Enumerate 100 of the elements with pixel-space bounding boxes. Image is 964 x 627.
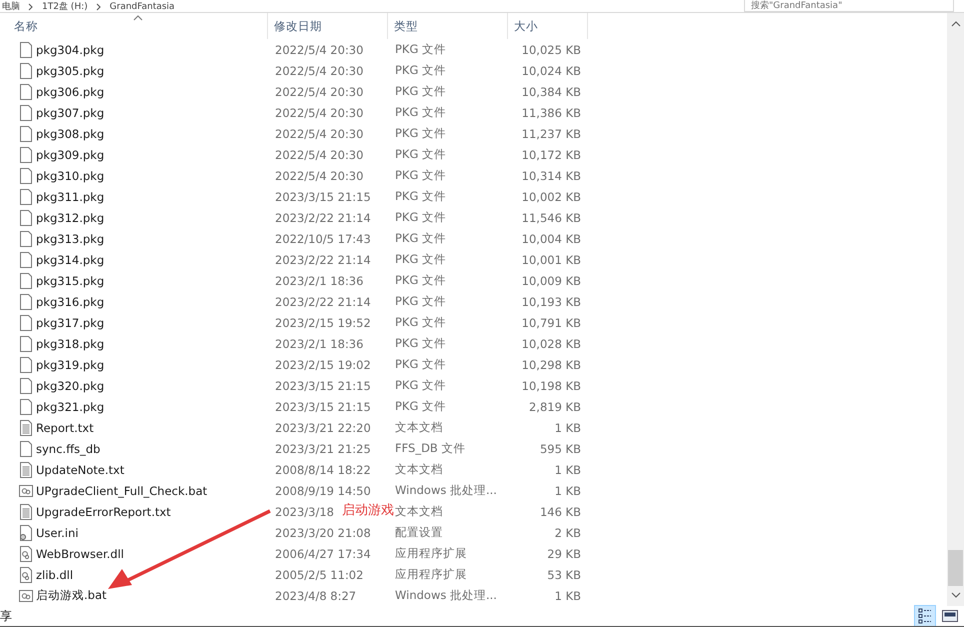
file-name[interactable]: User.ini <box>36 526 78 540</box>
modified-date: 2008/8/14 18:22 <box>275 462 371 476</box>
file-size: 2 KB <box>554 526 582 540</box>
file-name[interactable]: pkg316.pkg <box>36 294 104 308</box>
modified-date: 2023/2/22 21:14 <box>275 294 371 308</box>
modified-date: 2023/3/18 <box>275 504 334 518</box>
column-header[interactable]: 大小 <box>508 13 588 39</box>
annotation-label: 启动游戏 <box>342 503 394 518</box>
file-size: 11,546 KB <box>520 210 582 224</box>
file-icon <box>19 336 33 352</box>
file-size: 146 KB <box>538 504 582 518</box>
file-name[interactable]: pkg310.pkg <box>36 168 104 182</box>
scrollbar[interactable] <box>947 13 964 606</box>
file-size: 10,025 KB <box>520 42 582 56</box>
file-icon <box>19 210 33 226</box>
scroll-thumb[interactable] <box>948 550 963 586</box>
file-type: PKG 文件 <box>394 168 448 183</box>
sort-caret-icon <box>133 15 143 21</box>
file-name[interactable]: pkg312.pkg <box>36 210 104 224</box>
file-icon <box>19 42 33 58</box>
file-name[interactable]: pkg304.pkg <box>36 42 104 56</box>
file-name[interactable]: pkg318.pkg <box>36 336 104 350</box>
gear-file-icon <box>19 524 33 540</box>
file-size: 10,004 KB <box>520 232 582 246</box>
file-icon <box>19 168 33 184</box>
file-name[interactable]: pkg307.pkg <box>36 106 104 120</box>
file-name[interactable]: pkg308.pkg <box>36 126 104 140</box>
file-size: 10,009 KB <box>520 274 582 288</box>
file-type: PKG 文件 <box>394 105 448 120</box>
modified-date: 2023/2/15 19:52 <box>275 316 371 330</box>
modified-date: 2023/2/1 18:36 <box>275 274 364 288</box>
file-name[interactable]: pkg319.pkg <box>36 358 104 372</box>
text-file-icon <box>19 420 33 436</box>
thumbnail-view-icon[interactable] <box>942 609 958 623</box>
file-icon <box>19 104 33 120</box>
file-size: 10,172 KB <box>520 148 582 162</box>
file-icon <box>19 314 33 330</box>
file-size: 1 KB <box>554 588 582 602</box>
chevron-icon <box>28 3 34 11</box>
gear-file-icon <box>19 566 33 582</box>
file-name[interactable]: Report.txt <box>36 420 94 434</box>
breadcrumb-item[interactable]: GrandFantasia <box>110 2 175 12</box>
file-icon <box>19 62 33 78</box>
details-view-icon[interactable] <box>914 605 936 626</box>
breadcrumb-item[interactable]: 电脑 <box>2 2 20 12</box>
search-field[interactable]: 搜索"GrandFantasia" <box>744 0 954 12</box>
file-name[interactable]: pkg311.pkg <box>36 190 104 204</box>
breadcrumb-item[interactable]: 1T2盘 (H:) <box>42 2 88 12</box>
modified-date: 2023/2/22 21:14 <box>275 252 371 266</box>
file-name[interactable]: pkg309.pkg <box>36 148 104 162</box>
file-type: 应用程序扩展 <box>394 567 468 582</box>
file-type: PKG 文件 <box>394 315 448 330</box>
file-icon <box>19 294 33 310</box>
file-name[interactable]: pkg320.pkg <box>36 378 104 392</box>
file-type: PKG 文件 <box>394 336 448 351</box>
file-name[interactable]: pkg315.pkg <box>36 274 104 288</box>
file-type: PKG 文件 <box>394 273 448 288</box>
file-size: 10,028 KB <box>520 336 582 350</box>
file-size: 10,193 KB <box>520 294 582 308</box>
modified-date: 2023/2/22 21:14 <box>275 210 371 224</box>
file-name[interactable]: pkg306.pkg <box>36 84 104 98</box>
modified-date: 2023/3/21 21:25 <box>275 442 371 456</box>
modified-date: 2022/5/4 20:30 <box>275 64 364 78</box>
scroll-down-icon[interactable] <box>950 592 960 598</box>
file-name[interactable]: pkg321.pkg <box>36 400 104 414</box>
file-size: 10,791 KB <box>520 316 582 330</box>
file-size: 53 KB <box>546 568 582 582</box>
modified-date: 2023/3/15 21:15 <box>275 378 371 392</box>
file-name[interactable]: pkg314.pkg <box>36 252 104 266</box>
file-size: 1 KB <box>554 420 582 434</box>
file-size: 10,024 KB <box>520 64 582 78</box>
column-header[interactable]: 修改日期 <box>268 13 388 39</box>
chevron-icon <box>96 3 102 11</box>
file-type: PKG 文件 <box>394 126 448 141</box>
column-header[interactable]: 类型 <box>388 13 508 39</box>
file-name[interactable]: pkg313.pkg <box>36 232 104 246</box>
file-size: 11,237 KB <box>520 126 582 140</box>
modified-date: 2023/3/15 21:15 <box>275 190 371 204</box>
file-name[interactable]: WebBrowser.dll <box>36 546 124 560</box>
file-name[interactable]: sync.ffs_db <box>36 442 100 456</box>
file-type: PKG 文件 <box>394 42 448 57</box>
file-name[interactable]: pkg305.pkg <box>36 64 104 78</box>
scroll-up-icon[interactable] <box>950 21 960 27</box>
column-header[interactable]: 名称 <box>0 13 268 39</box>
gear-file-icon <box>19 546 33 562</box>
file-icon <box>19 230 33 246</box>
file-icon <box>19 252 33 268</box>
file-name[interactable]: UpdateNote.txt <box>36 462 124 476</box>
file-type: PKG 文件 <box>394 357 448 372</box>
file-name[interactable]: 启动游戏.bat <box>36 588 107 603</box>
modified-date: 2008/9/19 14:50 <box>275 484 371 498</box>
file-type: PKG 文件 <box>394 84 448 99</box>
file-name[interactable]: pkg317.pkg <box>36 316 104 330</box>
file-name[interactable]: zlib.dll <box>36 568 74 582</box>
file-name[interactable]: UPgradeClient_Full_Check.bat <box>36 484 208 498</box>
file-type: 文本文档 <box>394 504 444 519</box>
file-name[interactable]: UpgradeErrorReport.txt <box>36 504 171 518</box>
file-icon <box>19 126 33 142</box>
modified-date: 2023/3/21 22:20 <box>275 420 371 434</box>
file-type: PKG 文件 <box>394 399 448 414</box>
